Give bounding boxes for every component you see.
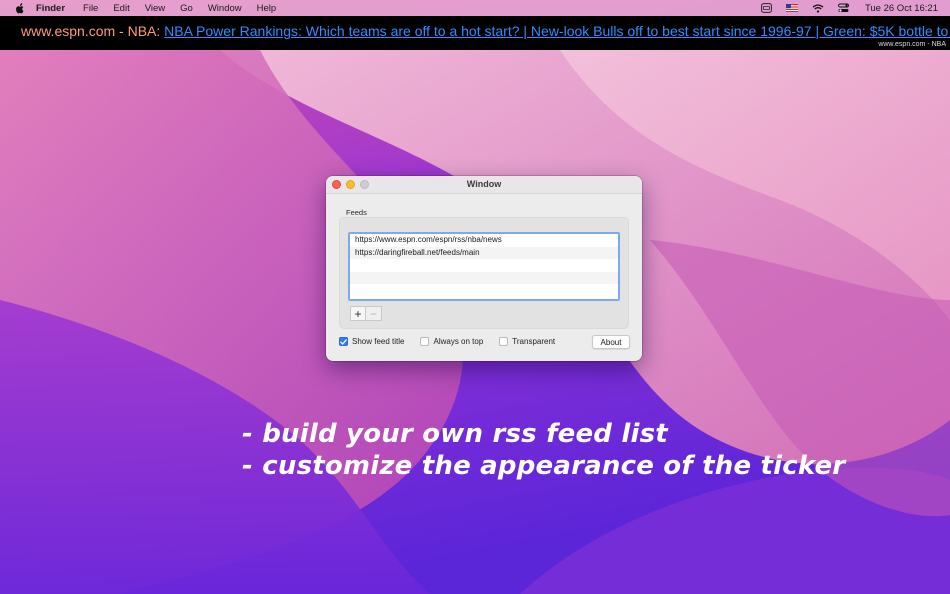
apple-menu-icon[interactable] — [12, 0, 28, 16]
news-ticker: www.espn.com - NBA: NBA Power Rankings: … — [0, 16, 950, 50]
ticker-feed-caption: www.espn.com - NBA — [878, 41, 946, 48]
us-flag-icon[interactable] — [785, 0, 798, 16]
ticker-app-icon[interactable] — [761, 0, 772, 16]
menu-view[interactable]: View — [145, 3, 165, 14]
ticker-line: www.espn.com - NBA: NBA Power Rankings: … — [21, 23, 950, 39]
settings-window: Window Feeds https://www.espn.com/espn/r… — [326, 176, 642, 361]
status-menus: Tue 26 Oct 16:21 — [747, 0, 938, 16]
window-title: Window — [466, 179, 502, 189]
ticker-headline-link[interactable]: NBA Power Rankings: Which teams are off … — [164, 23, 950, 39]
promo-line-2: - customize the appearance of the ticker — [242, 451, 846, 481]
window-titlebar[interactable]: Window — [326, 176, 642, 194]
always-on-top-option[interactable]: Always on top — [420, 337, 483, 346]
feed-list-empty-row — [350, 271, 618, 284]
control-center-icon[interactable] — [837, 0, 849, 16]
transparent-option[interactable]: Transparent — [499, 337, 555, 346]
ticker-source: www.espn.com - NBA: — [21, 23, 165, 39]
show-feed-title-label: Show feed title — [352, 337, 405, 346]
always-on-top-label: Always on top — [433, 337, 484, 346]
about-button[interactable]: About — [592, 335, 630, 349]
menu-app-finder[interactable]: Finder — [36, 3, 65, 14]
menu-edit[interactable]: Edit — [113, 3, 129, 14]
promo-caption: - build your own rss feed list - customi… — [242, 418, 845, 482]
feed-list-controls: + − — [350, 306, 382, 321]
feed-list-empty-row — [350, 284, 618, 297]
feeds-group-label: Feeds — [346, 208, 367, 217]
feed-list-row[interactable]: https://daringfireball.net/feeds/main — [350, 246, 618, 259]
feed-list-empty-row — [350, 259, 618, 272]
always-on-top-checkbox[interactable] — [420, 337, 430, 346]
remove-feed-button[interactable]: − — [366, 306, 382, 321]
checkmark-icon — [340, 338, 347, 345]
menu-bar: Finder File Edit View Go Window Help Tue… — [0, 0, 950, 16]
menubar-clock[interactable]: Tue 26 Oct 16:21 — [865, 3, 938, 14]
menu-window[interactable]: Window — [208, 3, 242, 14]
feed-list[interactable]: https://www.espn.com/espn/rss/nba/news h… — [348, 232, 620, 301]
menu-file[interactable]: File — [83, 3, 98, 14]
promo-line-1: - build your own rss feed list — [242, 419, 668, 449]
show-feed-title-checkbox[interactable] — [339, 337, 348, 346]
menu-go[interactable]: Go — [180, 3, 193, 14]
options-row: Show feed title Always on top Transparen… — [339, 337, 571, 346]
wifi-icon[interactable] — [812, 0, 824, 16]
feed-list-row[interactable]: https://www.espn.com/espn/rss/nba/news — [350, 234, 618, 247]
transparent-label: Transparent — [512, 337, 556, 346]
menu-help[interactable]: Help — [257, 3, 277, 14]
add-feed-button[interactable]: + — [350, 306, 366, 321]
transparent-checkbox[interactable] — [499, 337, 509, 346]
show-feed-title-option[interactable]: Show feed title — [339, 337, 404, 346]
